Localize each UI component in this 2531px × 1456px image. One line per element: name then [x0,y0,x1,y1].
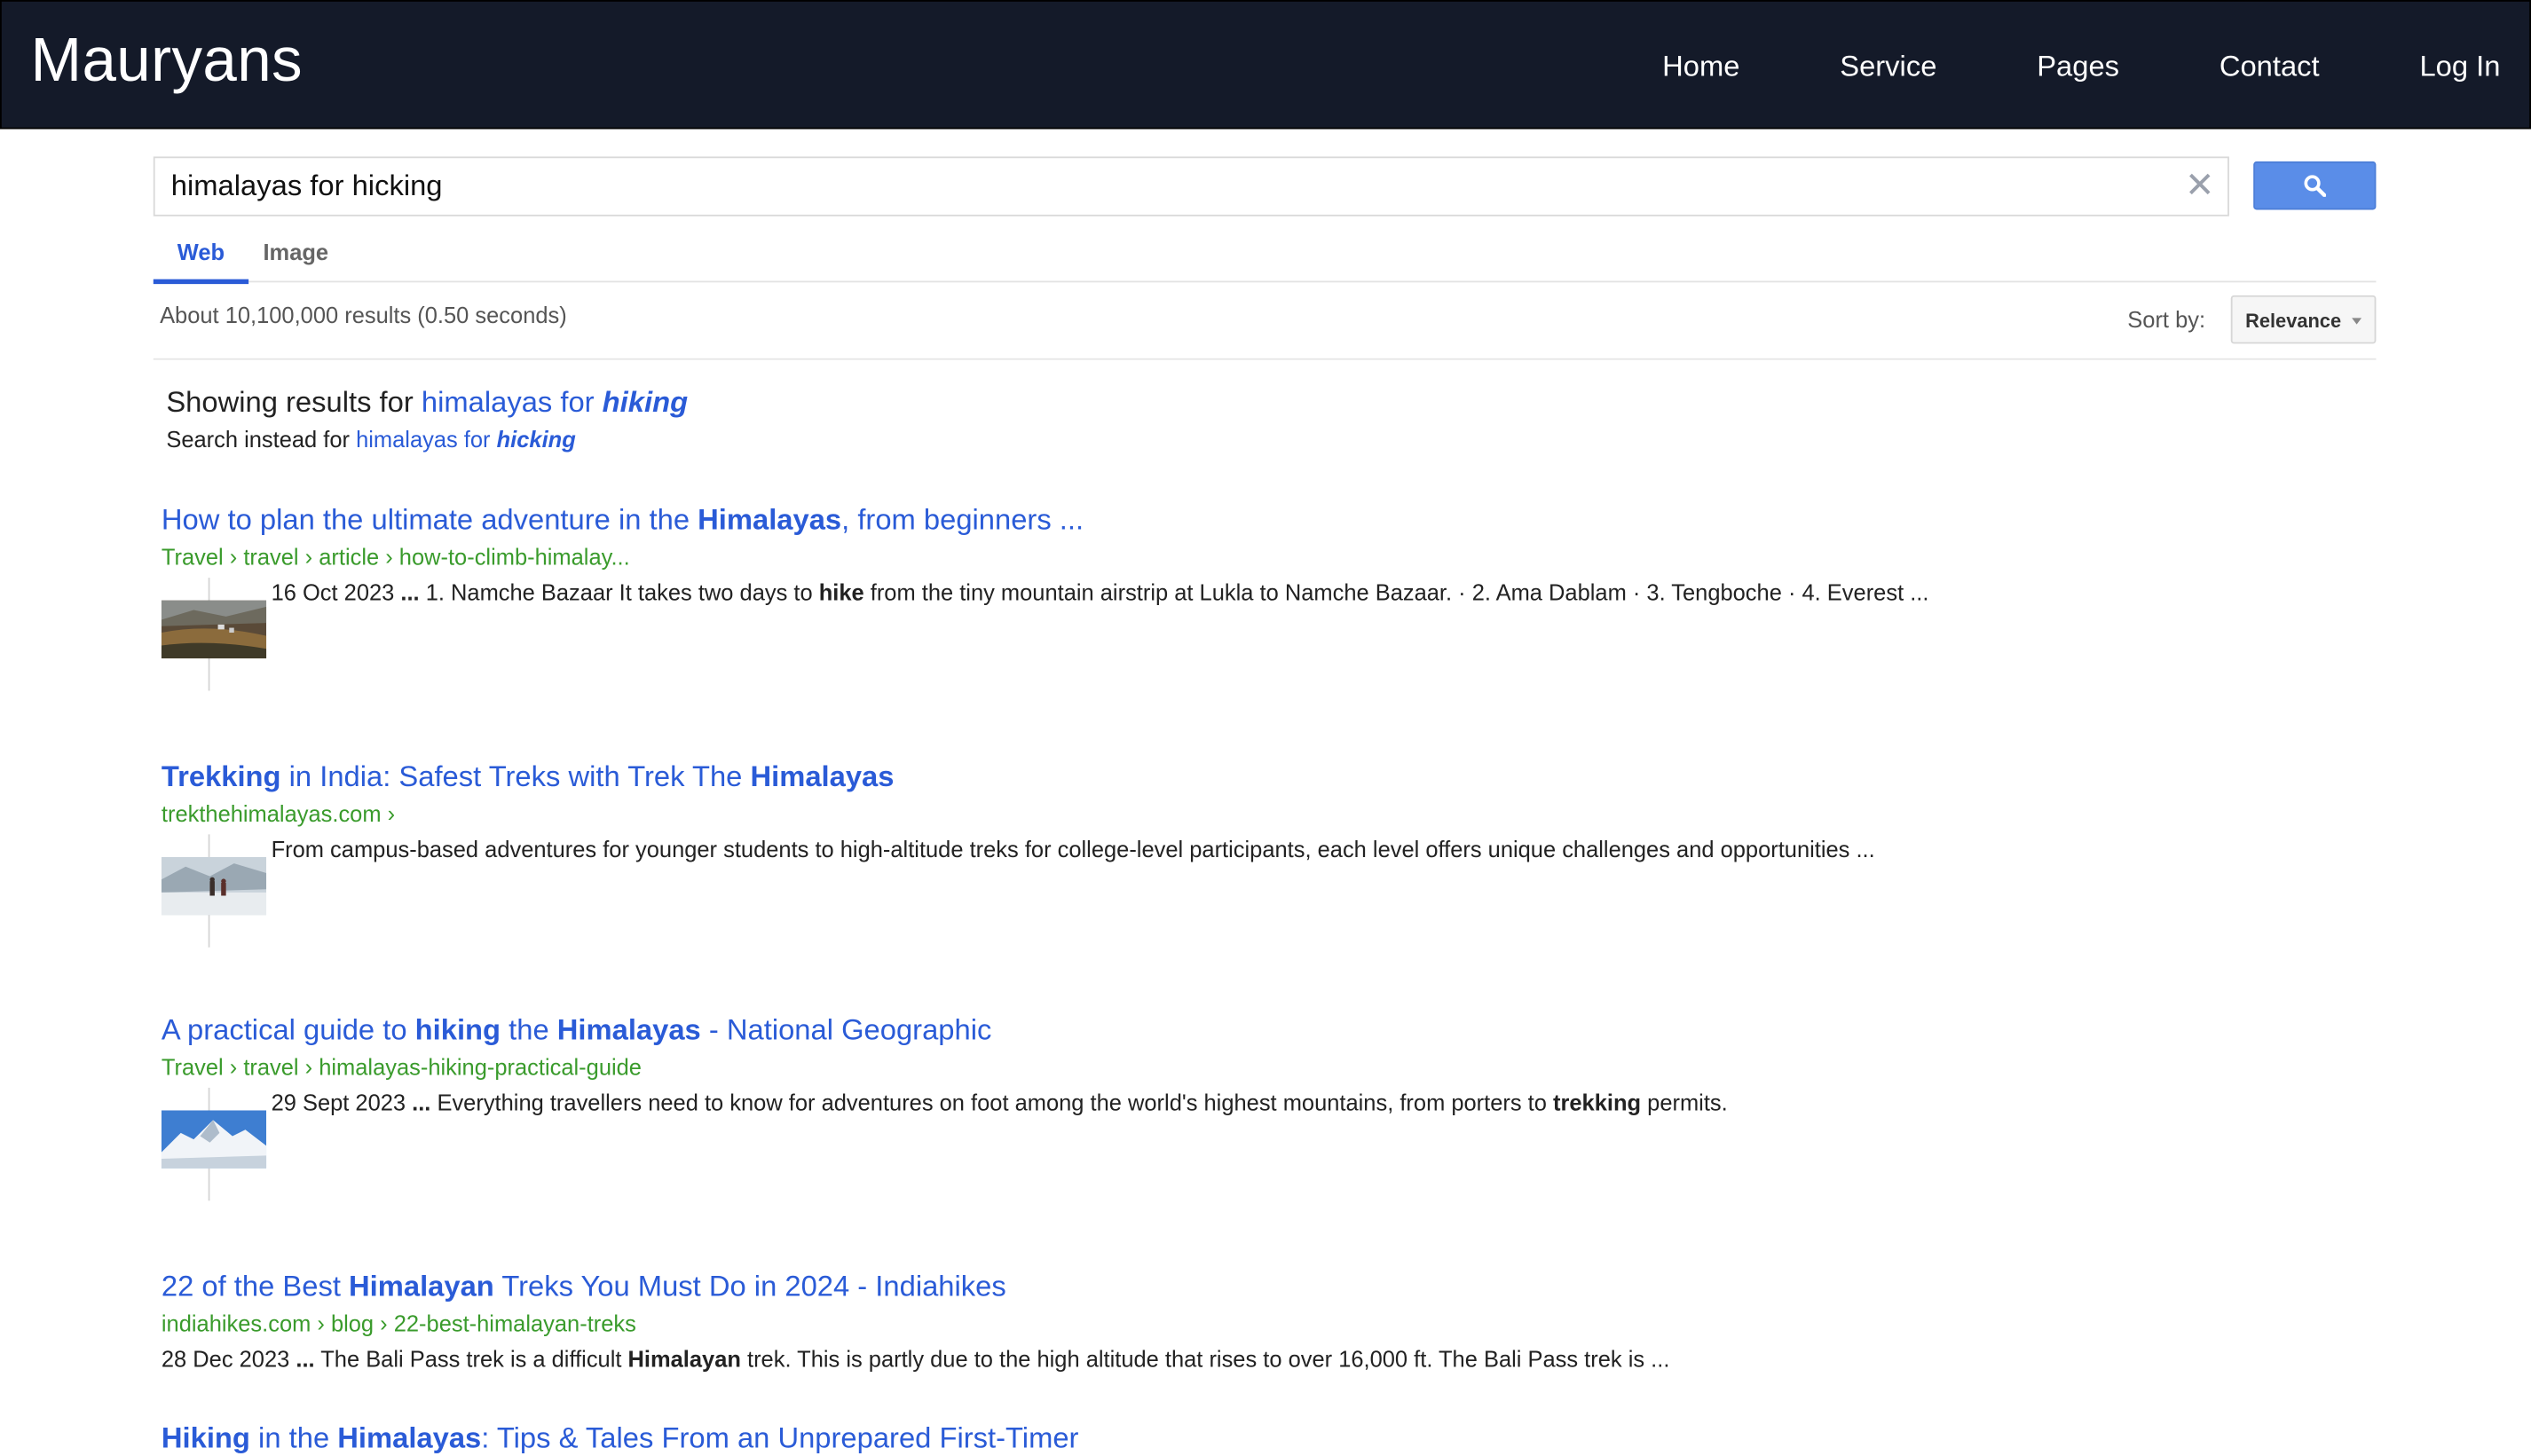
result-snippet-segment: 29 Sept 2023 [271,1089,413,1115]
top-navbar: Mauryans Home Service Pages Contact Log … [0,0,2531,130]
tab-web[interactable]: Web [153,239,249,285]
search-box: ✕ [153,156,2229,216]
original-word: hicking [496,426,576,453]
original-query-link[interactable]: himalayas for hicking [356,426,576,452]
result-snippet-segment: trek. This is partly due to the high alt… [740,1345,1670,1373]
correction-prefix: Showing results for [166,385,422,419]
result-url[interactable]: Travel › travel › article › how-to-climb… [162,542,2260,571]
result-title-segment: Himalayas [750,759,895,793]
result-title-segment: , from beginners ... [841,503,1084,536]
result-title-link[interactable]: A practical guide to hiking the Himalaya… [162,1011,2260,1047]
result-body: 16 Oct 2023 ... 1. Namche Bazaar It take… [161,578,2260,691]
result-title-segment: : Tips & Tales From an Unprepared First-… [481,1421,1079,1454]
nav-contact[interactable]: Contact [2220,49,2320,83]
result-body: From campus-based adventures for younger… [161,834,2260,948]
result-title-link[interactable]: How to plan the ultimate adventure in th… [162,502,2260,538]
result-snippet-segment: from the tiny mountain airstrip at Lukla… [863,578,1929,606]
result-snippet: 28 Dec 2023 ... The Bali Pass trek is a … [162,1344,2260,1373]
search-result: Hiking in the Himalayas: Tips & Tales Fr… [162,1421,2260,1456]
result-snippet-segment: 28 Dec 2023 [161,1345,296,1373]
search-button[interactable] [2253,161,2377,210]
result-title-segment: Himalayas [698,503,842,536]
page: Mauryans Home Service Pages Contact Log … [0,0,2531,1454]
search-input[interactable] [154,158,2189,215]
result-title-segment: the [501,1013,557,1046]
result-title-segment: Himalayan [349,1270,494,1303]
corrected-query-text: himalayas for [421,385,603,419]
result-snippet-segment: ... [400,578,420,606]
instead-prefix: Search instead for [166,426,357,453]
result-snippet: 16 Oct 2023 ... 1. Namche Bazaar It take… [272,578,2260,607]
result-title-segment: - National Geographic [700,1013,992,1046]
result-snippet-segment: Himalayan [627,1345,741,1373]
result-title-segment: Himalayas [556,1013,701,1046]
search-result: A practical guide to hiking the Himalaya… [161,1011,2260,1201]
result-title-segment: in India: Safest Treks with Trek The [280,759,751,793]
result-snippet-segment: The Bali Pass trek is a difficult [314,1345,628,1373]
close-icon[interactable]: ✕ [2185,165,2215,205]
result-snippet: From campus-based adventures for younger… [272,834,2260,863]
main-nav: Home Service Pages Contact Log In [1562,2,2500,131]
result-snippet-segment: 1. Namche Bazaar It takes two days to [419,578,819,606]
nav-home[interactable]: Home [1662,49,1739,83]
result-title-link[interactable]: 22 of the Best Himalayan Treks You Must … [162,1269,2260,1304]
result-snippet-segment: permits. [1641,1089,1728,1115]
result-title-segment: A practical guide to [161,1013,415,1046]
spelling-correction: Showing results for himalayas for hiking [166,386,688,420]
tab-image[interactable]: Image [263,239,328,264]
original-query-text: himalayas for [356,426,497,453]
result-thumbnail[interactable] [161,856,267,916]
search-icon [2304,175,2327,197]
sort-value: Relevance [2245,310,2342,333]
result-title-segment: 22 of the Best [161,1270,350,1303]
result-title-segment: Hiking [161,1421,250,1454]
result-url[interactable]: indiahikes.com › blog › 22-best-himalaya… [162,1309,2260,1338]
results-count: About 10,100,000 results (0.50 seconds) [160,302,567,328]
search-result: 22 of the Best Himalayan Treks You Must … [162,1269,2260,1373]
divider [153,358,2377,360]
sort-label: Sort by: [2127,306,2206,333]
sort-dropdown[interactable]: Relevance [2230,295,2377,344]
result-title-segment: in the [249,1421,338,1454]
search-result: Trekking in India: Safest Treks with Tre… [161,759,2260,948]
result-snippet-segment: Everything travellers need to know for a… [430,1089,1554,1115]
result-url[interactable]: Travel › travel › himalayas-hiking-pract… [162,1052,2260,1082]
nav-service[interactable]: Service [1840,49,1936,83]
result-snippet-segment: ... [412,1089,431,1115]
result-title-link[interactable]: Hiking in the Himalayas: Tips & Tales Fr… [162,1421,2260,1456]
result-snippet-segment: From campus-based adventures for younger… [271,836,1875,862]
corrected-query-link[interactable]: himalayas for hiking [422,386,688,418]
result-title-segment: Himalayas [337,1421,482,1454]
result-title-segment: Trekking [161,759,281,793]
result-snippet-segment: trekking [1553,1089,1642,1115]
result-snippet: 29 Sept 2023 ... Everything travellers n… [272,1088,2260,1117]
search-tabs: Web Image [153,226,2377,285]
result-snippet-segment: ... [296,1345,315,1373]
result-url[interactable]: trekthehimalayas.com › [162,799,2260,828]
result-title-segment: Treks You Must Do in 2024 - Indiahikes [493,1270,1006,1303]
nav-login[interactable]: Log In [2419,49,2500,83]
search-result: How to plan the ultimate adventure in th… [161,502,2260,691]
result-snippet-segment: hike [818,578,864,606]
chevron-down-icon [2352,318,2362,325]
search-instead: Search instead for himalayas for hicking [166,426,575,452]
nav-pages[interactable]: Pages [2037,49,2119,83]
brand-logo[interactable]: Mauryans [31,28,303,97]
result-thumbnail[interactable] [161,600,267,659]
result-title-link[interactable]: Trekking in India: Safest Treks with Tre… [162,759,2260,794]
result-snippet-segment: 16 Oct 2023 [271,578,401,606]
result-title-segment: How to plan the ultimate adventure in th… [161,503,698,536]
corrected-word: hiking [602,385,689,419]
result-body: 29 Sept 2023 ... Everything travellers n… [161,1087,2260,1201]
result-body: 28 Dec 2023 ... The Bali Pass trek is a … [162,1344,2260,1373]
result-title-segment: hiking [414,1013,501,1046]
result-thumbnail[interactable] [161,1110,267,1169]
